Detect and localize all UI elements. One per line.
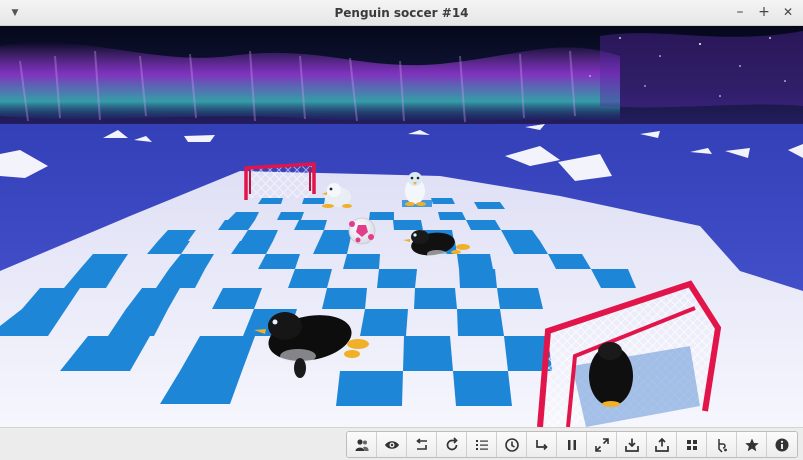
- window-controls: – + ✕: [731, 3, 797, 21]
- restart-icon: [446, 436, 458, 450]
- download-icon: [624, 438, 639, 452]
- goal-left: [244, 162, 316, 200]
- load-button[interactable]: [617, 432, 647, 457]
- title-bar: ▼ Penguin soccer #14 – + ✕: [0, 0, 803, 26]
- pause-button[interactable]: [557, 432, 587, 457]
- game-scene[interactable]: [0, 26, 803, 427]
- clock-button[interactable]: [497, 432, 527, 457]
- restart-button[interactable]: [437, 432, 467, 457]
- undo-icon: [415, 437, 427, 450]
- view-button[interactable]: [377, 432, 407, 457]
- list-icon: [475, 439, 488, 450]
- toolbar-button-group: [346, 431, 798, 458]
- grid-icon: [686, 439, 697, 450]
- players-icon: [355, 438, 369, 451]
- close-button[interactable]: ✕: [779, 3, 797, 21]
- redo-button[interactable]: [527, 432, 557, 457]
- star-icon: [744, 438, 759, 451]
- game-viewport[interactable]: [0, 26, 803, 427]
- moves-list-button[interactable]: [467, 432, 497, 457]
- info-button[interactable]: [767, 432, 797, 457]
- window-title: Penguin soccer #14: [334, 5, 469, 20]
- bottom-toolbar: [0, 427, 803, 460]
- grid-button[interactable]: [677, 432, 707, 457]
- clock-icon: [504, 437, 519, 452]
- undo-button[interactable]: [407, 432, 437, 457]
- eye-icon: [384, 440, 399, 449]
- info-icon: [775, 438, 789, 451]
- redo-icon: [535, 439, 548, 450]
- players-button[interactable]: [347, 432, 377, 457]
- window-menu-icon[interactable]: ▼: [8, 6, 22, 20]
- minimize-button[interactable]: –: [731, 3, 749, 21]
- upload-icon: [654, 437, 669, 452]
- maximize-button[interactable]: +: [755, 3, 773, 21]
- hint-button[interactable]: [707, 432, 737, 457]
- fullscreen-icon: [594, 437, 609, 452]
- game-window: ▼ Penguin soccer #14 – + ✕: [0, 0, 803, 460]
- fullscreen-button[interactable]: [587, 432, 617, 457]
- save-button[interactable]: [647, 432, 677, 457]
- soccer-ball[interactable]: [348, 217, 376, 245]
- pause-icon: [567, 439, 576, 450]
- hint-icon: [717, 438, 727, 453]
- favorite-button[interactable]: [737, 432, 767, 457]
